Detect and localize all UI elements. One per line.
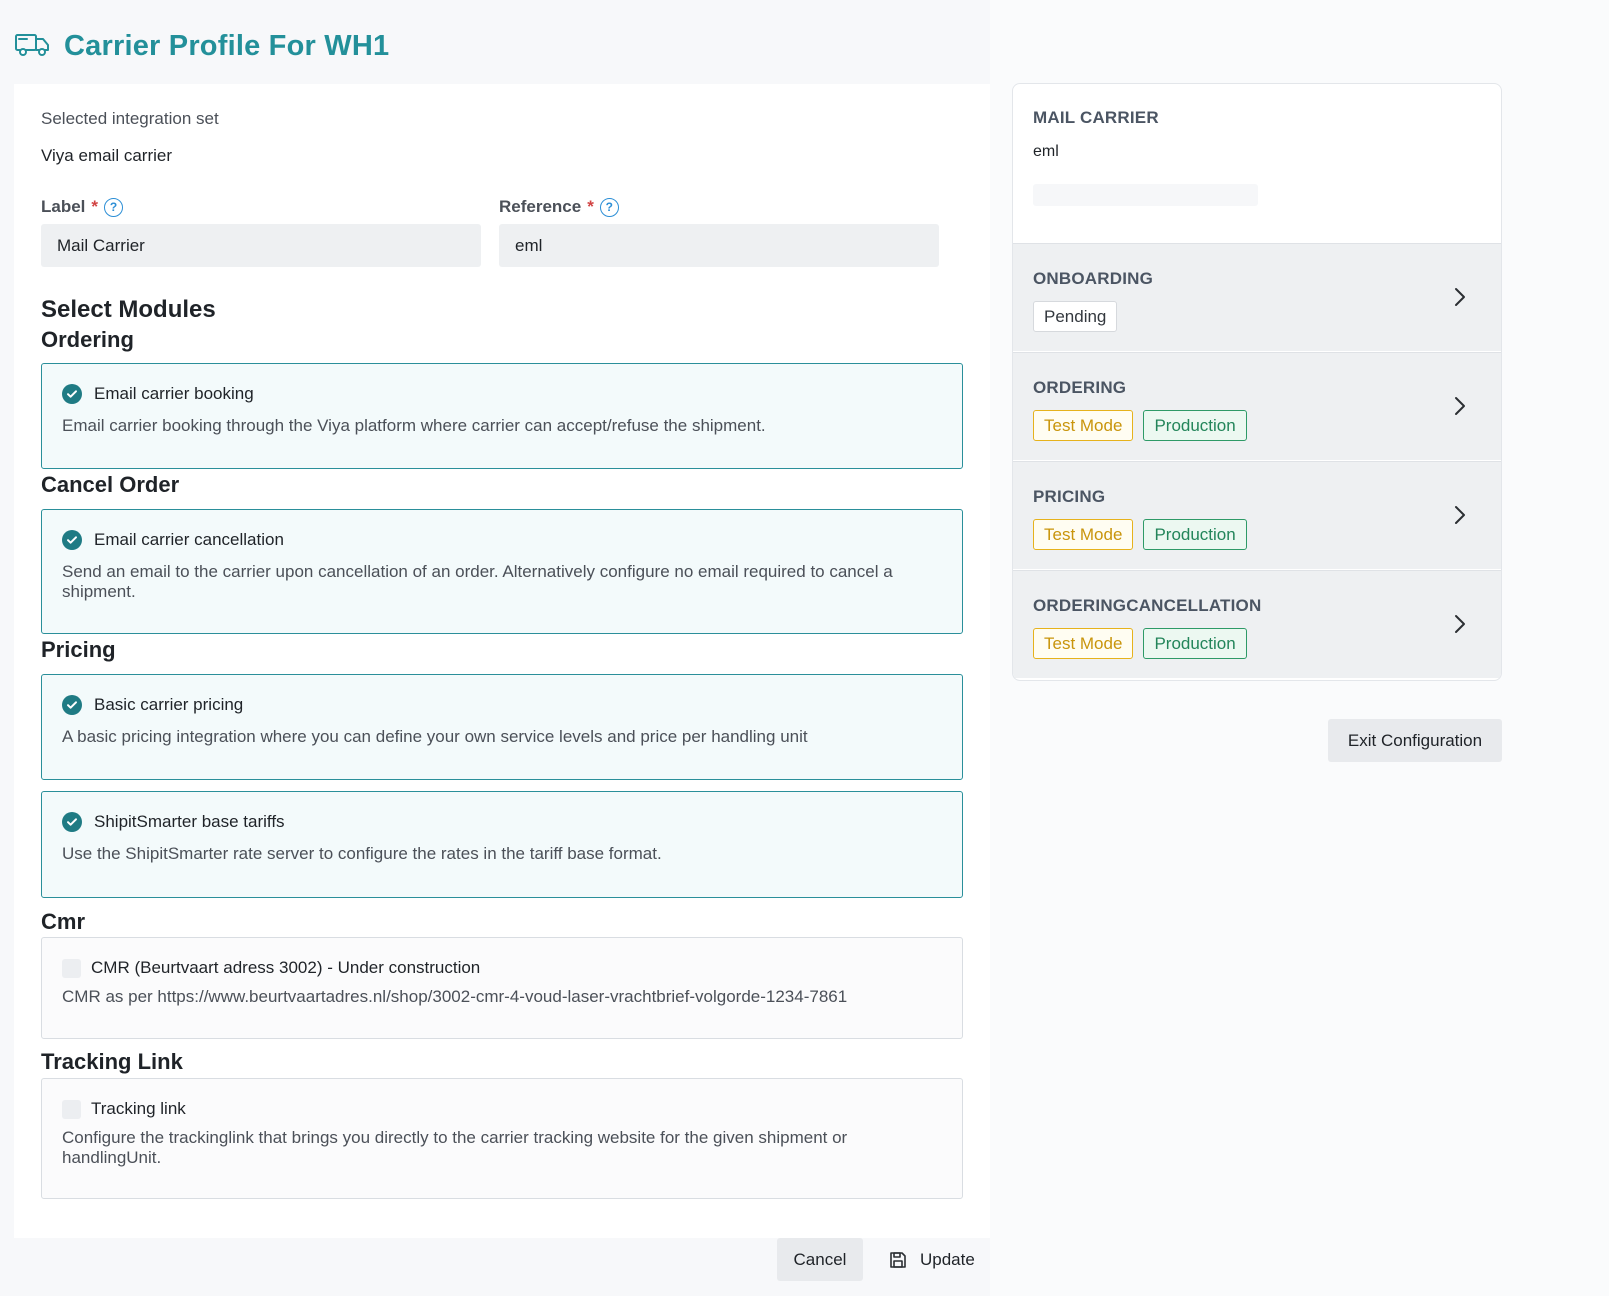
status-badge-production: Production [1143,628,1247,659]
chevron-right-icon[interactable] [1453,504,1467,526]
label-field-title: Label [41,197,86,216]
module-email-carrier-cancellation[interactable]: Email carrier cancellation Send an email… [41,509,963,634]
group-title-cmr: Cmr [41,909,86,934]
section-onboarding[interactable]: ONBOARDING Pending [1013,243,1501,351]
mail-carrier-value: eml [1033,143,1059,160]
module-description: A basic pricing integration where you ca… [62,727,808,746]
module-name: CMR (Beurtvaart adress 3002) - Under con… [91,958,481,977]
integration-set-value: Viya email carrier [41,146,173,165]
chevron-right-icon[interactable] [1453,395,1467,417]
integration-set-label: Selected integration set [41,109,219,128]
label-input[interactable]: Mail Carrier [41,224,481,267]
module-name: Tracking link [91,1099,186,1118]
section-title: ORDERINGCANCELLATION [1033,596,1262,615]
mail-carrier-title: MAIL CARRIER [1033,108,1159,127]
chevron-right-icon[interactable] [1453,286,1467,308]
help-icon[interactable]: ? [104,197,124,217]
status-badge-test-mode: Test Mode [1033,519,1134,550]
section-ordering[interactable]: ORDERING Test Mode Production [1013,352,1501,460]
reference-input[interactable]: eml [499,224,939,267]
status-badge-test-mode: Test Mode [1033,628,1134,659]
help-icon[interactable]: ? [599,197,619,217]
section-pricing[interactable]: PRICING Test Mode Production [1013,461,1501,569]
group-title-tracking-link: Tracking Link [41,1049,183,1074]
module-description: Send an email to the carrier upon cancel… [62,562,893,601]
checked-icon[interactable] [62,695,82,715]
group-title-pricing: Pricing [41,637,116,662]
group-title-cancel-order: Cancel Order [41,472,180,497]
module-name: Basic carrier pricing [94,695,244,714]
module-cmr[interactable]: CMR (Beurtvaart adress 3002) - Under con… [41,937,963,1039]
carrier-summary-panel: MAIL CARRIER eml ONBOARDING Pending ORDE… [1012,83,1502,681]
reference-field: Reference * ? eml [499,196,939,267]
save-icon [890,1251,906,1268]
loading-placeholder [1033,184,1258,206]
reference-field-title: Reference [499,197,582,216]
update-button-label: Update [920,1249,975,1269]
section-title: ONBOARDING [1033,269,1154,288]
module-name: ShipitSmarter base tariffs [94,812,285,831]
exit-configuration-button[interactable]: Exit Configuration [1328,719,1502,762]
status-badge-test-mode: Test Mode [1033,410,1134,441]
required-marker: * [91,197,99,216]
module-description: Email carrier booking through the Viya p… [62,416,766,435]
page-header: Carrier Profile For WH1 [14,26,389,66]
group-title-ordering: Ordering [41,327,134,352]
chevron-right-icon[interactable] [1453,613,1467,635]
module-description: CMR as per https://www.beurtvaartadres.n… [62,987,848,1006]
carrier-profile-form: Selected integration set Viya email carr… [14,84,990,1238]
truck-icon [14,30,50,63]
module-basic-carrier-pricing[interactable]: Basic carrier pricing A basic pricing in… [41,674,963,780]
checked-icon[interactable] [62,530,82,550]
select-modules-heading: Select Modules [41,296,216,323]
cancel-button[interactable]: Cancel [777,1238,863,1281]
checked-icon[interactable] [62,812,82,832]
section-title: ORDERING [1033,378,1127,397]
label-field: Label * ? Mail Carrier [41,196,481,267]
module-description: Use the ShipitSmarter rate server to con… [62,844,662,863]
status-badge-production: Production [1143,410,1247,441]
update-button[interactable]: Update [884,1238,994,1281]
status-badge-production: Production [1143,519,1247,550]
section-orderingcancellation[interactable]: ORDERINGCANCELLATION Test Mode Productio… [1013,570,1501,678]
module-shipitsmarter-base-tariffs[interactable]: ShipitSmarter base tariffs Use the Shipi… [41,791,963,898]
module-email-carrier-booking[interactable]: Email carrier booking Email carrier book… [41,363,963,469]
module-description: Configure the trackinglink that brings y… [62,1128,848,1167]
status-badge-pending: Pending [1033,301,1118,332]
section-title: PRICING [1033,487,1106,506]
checked-icon[interactable] [62,384,82,404]
module-name: Email carrier cancellation [94,530,284,549]
required-marker: * [587,197,594,216]
module-tracking-link[interactable]: Tracking link Configure the trackinglink… [41,1078,963,1199]
page-title: Carrier Profile For WH1 [64,29,390,62]
unchecked-checkbox[interactable] [62,958,81,978]
module-name: Email carrier booking [94,384,254,403]
unchecked-checkbox[interactable] [62,1099,81,1119]
